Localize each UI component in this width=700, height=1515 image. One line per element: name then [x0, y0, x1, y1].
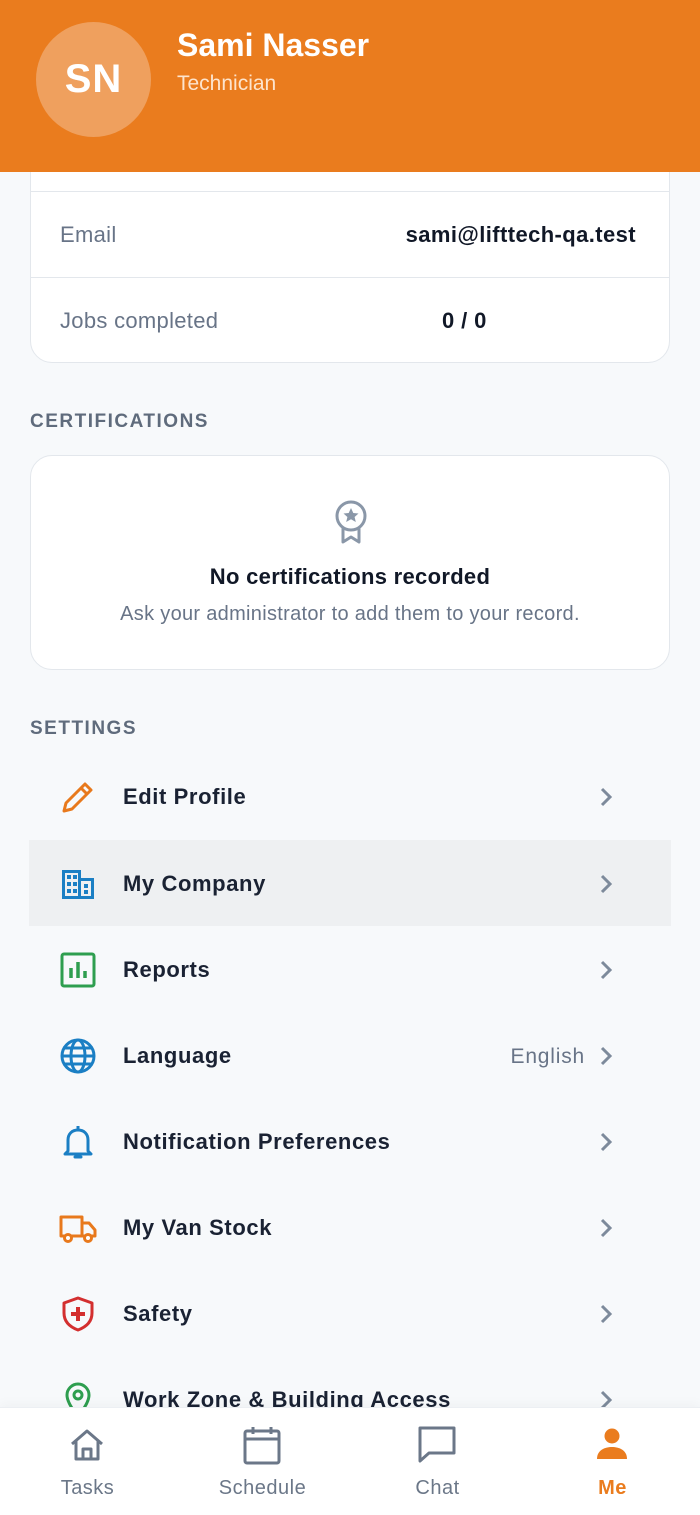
calendar-icon	[243, 1427, 281, 1465]
tab-label: Chat	[415, 1477, 460, 1499]
settings-item-label: My Van Stock	[123, 1215, 273, 1240]
chevron-right-icon	[600, 1390, 613, 1407]
settings-item-work-zone-building-access[interactable]: Work Zone & Building Access	[29, 1356, 671, 1407]
chevron-right-icon	[600, 1132, 613, 1152]
profile-info-card: Email sami@lifttech-qa.test Jobs complet…	[30, 172, 670, 363]
profile-header: SN Sami Nasser Technician	[0, 0, 700, 172]
settings-section-title: SETTINGS	[30, 718, 138, 739]
map-pin-icon	[65, 1382, 91, 1407]
profile-scroll-area[interactable]: Email sami@lifttech-qa.test Jobs complet…	[0, 172, 700, 1407]
bar-chart-icon	[60, 952, 96, 988]
settings-item-notification-preferences[interactable]: Notification Preferences	[29, 1098, 671, 1184]
tab-label: Schedule	[218, 1477, 307, 1499]
settings-item-safety[interactable]: Safety	[29, 1270, 671, 1356]
settings-item-label: Edit Profile	[123, 784, 247, 809]
chevron-right-icon	[600, 1304, 613, 1324]
settings-item-label: Language	[123, 1043, 232, 1068]
building-icon	[62, 870, 94, 899]
tab-tasks[interactable]: Tasks	[0, 1408, 175, 1515]
chevron-right-icon	[600, 1218, 613, 1238]
settings-item-label: Work Zone & Building Access	[123, 1387, 451, 1407]
bottom-tab-bar: Tasks Schedule Chat Me	[0, 1407, 700, 1515]
home-icon	[71, 1429, 103, 1461]
settings-item-reports[interactable]: Reports	[29, 926, 671, 1012]
email-label: Email	[60, 222, 117, 247]
language-value: English	[510, 1045, 585, 1068]
settings-item-edit-profile[interactable]: Edit Profile	[29, 753, 671, 839]
chevron-right-icon	[600, 787, 613, 807]
settings-item-my-van-stock[interactable]: My Van Stock	[29, 1184, 671, 1270]
settings-item-label: My Company	[123, 871, 266, 896]
settings-item-my-company[interactable]: My Company	[29, 840, 671, 926]
settings-item-label: Notification Preferences	[123, 1129, 391, 1154]
tab-label: Tasks	[60, 1477, 115, 1499]
settings-item-label: Reports	[123, 957, 211, 982]
pencil-icon	[62, 782, 93, 813]
email-value: sami@lifttech-qa.test	[405, 222, 636, 247]
person-icon	[597, 1428, 627, 1459]
certifications-card: No certifications recorded Ask your admi…	[30, 455, 670, 670]
chevron-right-icon	[600, 960, 613, 980]
tab-schedule[interactable]: Schedule	[175, 1408, 350, 1515]
user-name: Sami Nasser	[177, 27, 370, 63]
settings-item-label: Safety	[123, 1301, 193, 1326]
certifications-empty-title: No certifications recorded	[209, 564, 491, 589]
bell-icon	[63, 1126, 93, 1159]
email-row: Email sami@lifttech-qa.test	[31, 191, 669, 277]
tab-chat[interactable]: Chat	[350, 1408, 525, 1515]
award-badge-icon	[335, 500, 367, 544]
jobs-completed-label: Jobs completed	[60, 308, 219, 333]
settings-item-language[interactable]: Language English	[29, 1012, 671, 1098]
certifications-section-title: CERTIFICATIONS	[30, 411, 209, 432]
globe-icon	[60, 1038, 96, 1074]
chevron-right-icon	[600, 1046, 613, 1066]
truck-icon	[59, 1215, 97, 1243]
jobs-completed-row: Jobs completed 0 / 0	[31, 277, 669, 363]
tab-me[interactable]: Me	[525, 1408, 700, 1515]
shield-plus-icon	[62, 1296, 94, 1332]
avatar: SN	[36, 22, 151, 137]
chat-icon	[418, 1426, 456, 1463]
tab-label: Me	[598, 1477, 627, 1499]
chevron-right-icon	[600, 874, 613, 894]
user-role: Technician	[177, 72, 277, 95]
certifications-empty-subtitle: Ask your administrator to add them to yo…	[120, 603, 580, 625]
jobs-completed-value: 0 / 0	[442, 308, 487, 333]
